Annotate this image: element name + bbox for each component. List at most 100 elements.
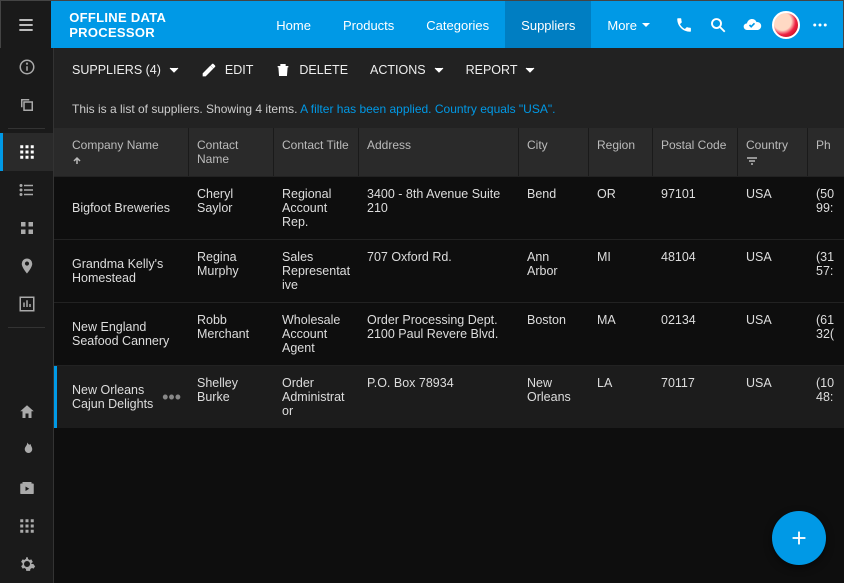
table-row[interactable]: New England Seafood CanneryRobb Merchant… (54, 302, 844, 365)
cell-company: Grandma Kelly's Homestead (59, 240, 189, 302)
filter-detail-link[interactable]: Country equals "USA". (432, 102, 556, 116)
list-icon (18, 181, 36, 199)
col-title[interactable]: Contact Title (274, 128, 359, 176)
cell-region: LA (589, 366, 653, 428)
cell-title: Sales Representative (274, 240, 359, 302)
toolbar: SUPPLIERS (4) EDIT DELETE ACTIONS REPORT (54, 48, 844, 92)
copy-icon (18, 96, 36, 114)
cloud-button[interactable] (735, 1, 769, 49)
report-dropdown[interactable]: REPORT (466, 63, 536, 77)
cell-company: New England Seafood Cannery (59, 303, 189, 365)
cell-phone: (61 32( (808, 303, 844, 365)
sidebar-list[interactable] (0, 171, 53, 209)
col-address[interactable]: Address (359, 128, 519, 176)
sidebar-info[interactable] (0, 48, 53, 86)
overflow-button[interactable] (803, 1, 837, 49)
sort-asc-icon (72, 156, 82, 166)
cell-phone: (50 99: (808, 177, 844, 239)
cell-city: Boston (519, 303, 589, 365)
avatar-button[interactable] (769, 1, 803, 49)
col-phone[interactable]: Ph (808, 128, 844, 176)
nav-categories[interactable]: Categories (410, 1, 505, 49)
trash-icon (275, 62, 291, 78)
cell-title: Wholesale Account Agent (274, 303, 359, 365)
app-title: OFFLINE DATA PROCESSOR (69, 10, 242, 40)
cell-country: USA (738, 177, 808, 239)
search-icon (709, 16, 727, 34)
gear-icon (18, 555, 36, 573)
cell-address: 3400 - 8th Avenue Suite 210 (359, 177, 519, 239)
nav-more-label: More (607, 18, 637, 33)
search-button[interactable] (701, 1, 735, 49)
pencil-icon (201, 62, 217, 78)
col-contact[interactable]: Contact Name (189, 128, 274, 176)
cloud-check-icon (742, 15, 762, 35)
filter-icon (746, 156, 758, 166)
cell-contact: Shelley Burke (189, 366, 274, 428)
sidebar-location[interactable] (0, 247, 53, 285)
cell-title: Regional Account Rep. (274, 177, 359, 239)
edit-button[interactable]: EDIT (201, 62, 253, 78)
header-actions (667, 1, 843, 49)
col-city[interactable]: City (519, 128, 589, 176)
cell-address: 707 Oxford Rd. (359, 240, 519, 302)
sidebar-home[interactable] (0, 393, 53, 431)
table-header: Company Name Contact Name Contact Title … (54, 128, 844, 176)
sidebar-apps[interactable] (0, 507, 53, 545)
col-postal[interactable]: Postal Code (653, 128, 738, 176)
nav-home[interactable]: Home (260, 1, 327, 49)
sidebar-copy[interactable] (0, 86, 53, 124)
filter-applied-link[interactable]: A filter has been applied. (300, 102, 431, 116)
sidebar-play[interactable] (0, 469, 53, 507)
cell-region: MA (589, 303, 653, 365)
col-country[interactable]: Country (738, 128, 808, 176)
nav-suppliers[interactable]: Suppliers (505, 1, 591, 49)
main: SUPPLIERS (4) EDIT DELETE ACTIONS REPORT… (54, 48, 844, 583)
nav-more[interactable]: More (591, 1, 667, 49)
avatar (772, 11, 800, 39)
cell-city: New Orleans (519, 366, 589, 428)
col-company[interactable]: Company Name (59, 128, 189, 176)
hamburger-button[interactable] (1, 1, 51, 49)
phone-button[interactable] (667, 1, 701, 49)
suppliers-dropdown[interactable]: SUPPLIERS (4) (72, 63, 179, 77)
cell-address: Order Processing Dept. 2100 Paul Revere … (359, 303, 519, 365)
hamburger-icon (16, 15, 36, 35)
cell-city: Bend (519, 177, 589, 239)
filter-note-text: This is a list of suppliers. Showing 4 i… (72, 102, 300, 116)
sidebar-grid-2[interactable] (0, 209, 53, 247)
video-icon (18, 479, 36, 497)
grid-small-icon (18, 219, 36, 237)
top-header: OFFLINE DATA PROCESSOR Home Products Cat… (1, 1, 843, 49)
suppliers-label: SUPPLIERS (4) (72, 63, 161, 77)
delete-button[interactable]: DELETE (275, 62, 348, 78)
chart-icon (18, 295, 36, 313)
cell-address: P.O. Box 78934 (359, 366, 519, 428)
chevron-down-icon (434, 65, 444, 75)
table-row[interactable]: New Orleans Cajun Delights•••Shelley Bur… (54, 365, 844, 428)
actions-dropdown[interactable]: ACTIONS (370, 63, 444, 77)
nav: Home Products Categories Suppliers More (260, 1, 667, 49)
report-label: REPORT (466, 63, 518, 77)
cell-postal: 97101 (653, 177, 738, 239)
cell-postal: 02134 (653, 303, 738, 365)
sidebar-grid-1[interactable] (0, 133, 53, 171)
cell-company: Bigfoot Breweries (59, 177, 189, 239)
cell-region: MI (589, 240, 653, 302)
sidebar-chart[interactable] (0, 285, 53, 323)
nav-products[interactable]: Products (327, 1, 410, 49)
chevron-down-icon (641, 20, 651, 30)
info-icon (18, 58, 36, 76)
sidebar-fire[interactable] (0, 431, 53, 469)
table-row[interactable]: Bigfoot BreweriesCheryl SaylorRegional A… (54, 176, 844, 239)
row-more-button[interactable]: ••• (162, 388, 181, 406)
add-fab[interactable] (772, 511, 826, 565)
delete-label: DELETE (299, 63, 348, 77)
cell-country: USA (738, 366, 808, 428)
actions-label: ACTIONS (370, 63, 426, 77)
cell-title: Order Administrator (274, 366, 359, 428)
apps-icon (18, 517, 36, 535)
sidebar-settings[interactable] (0, 545, 53, 583)
table-row[interactable]: Grandma Kelly's HomesteadRegina MurphySa… (54, 239, 844, 302)
col-region[interactable]: Region (589, 128, 653, 176)
